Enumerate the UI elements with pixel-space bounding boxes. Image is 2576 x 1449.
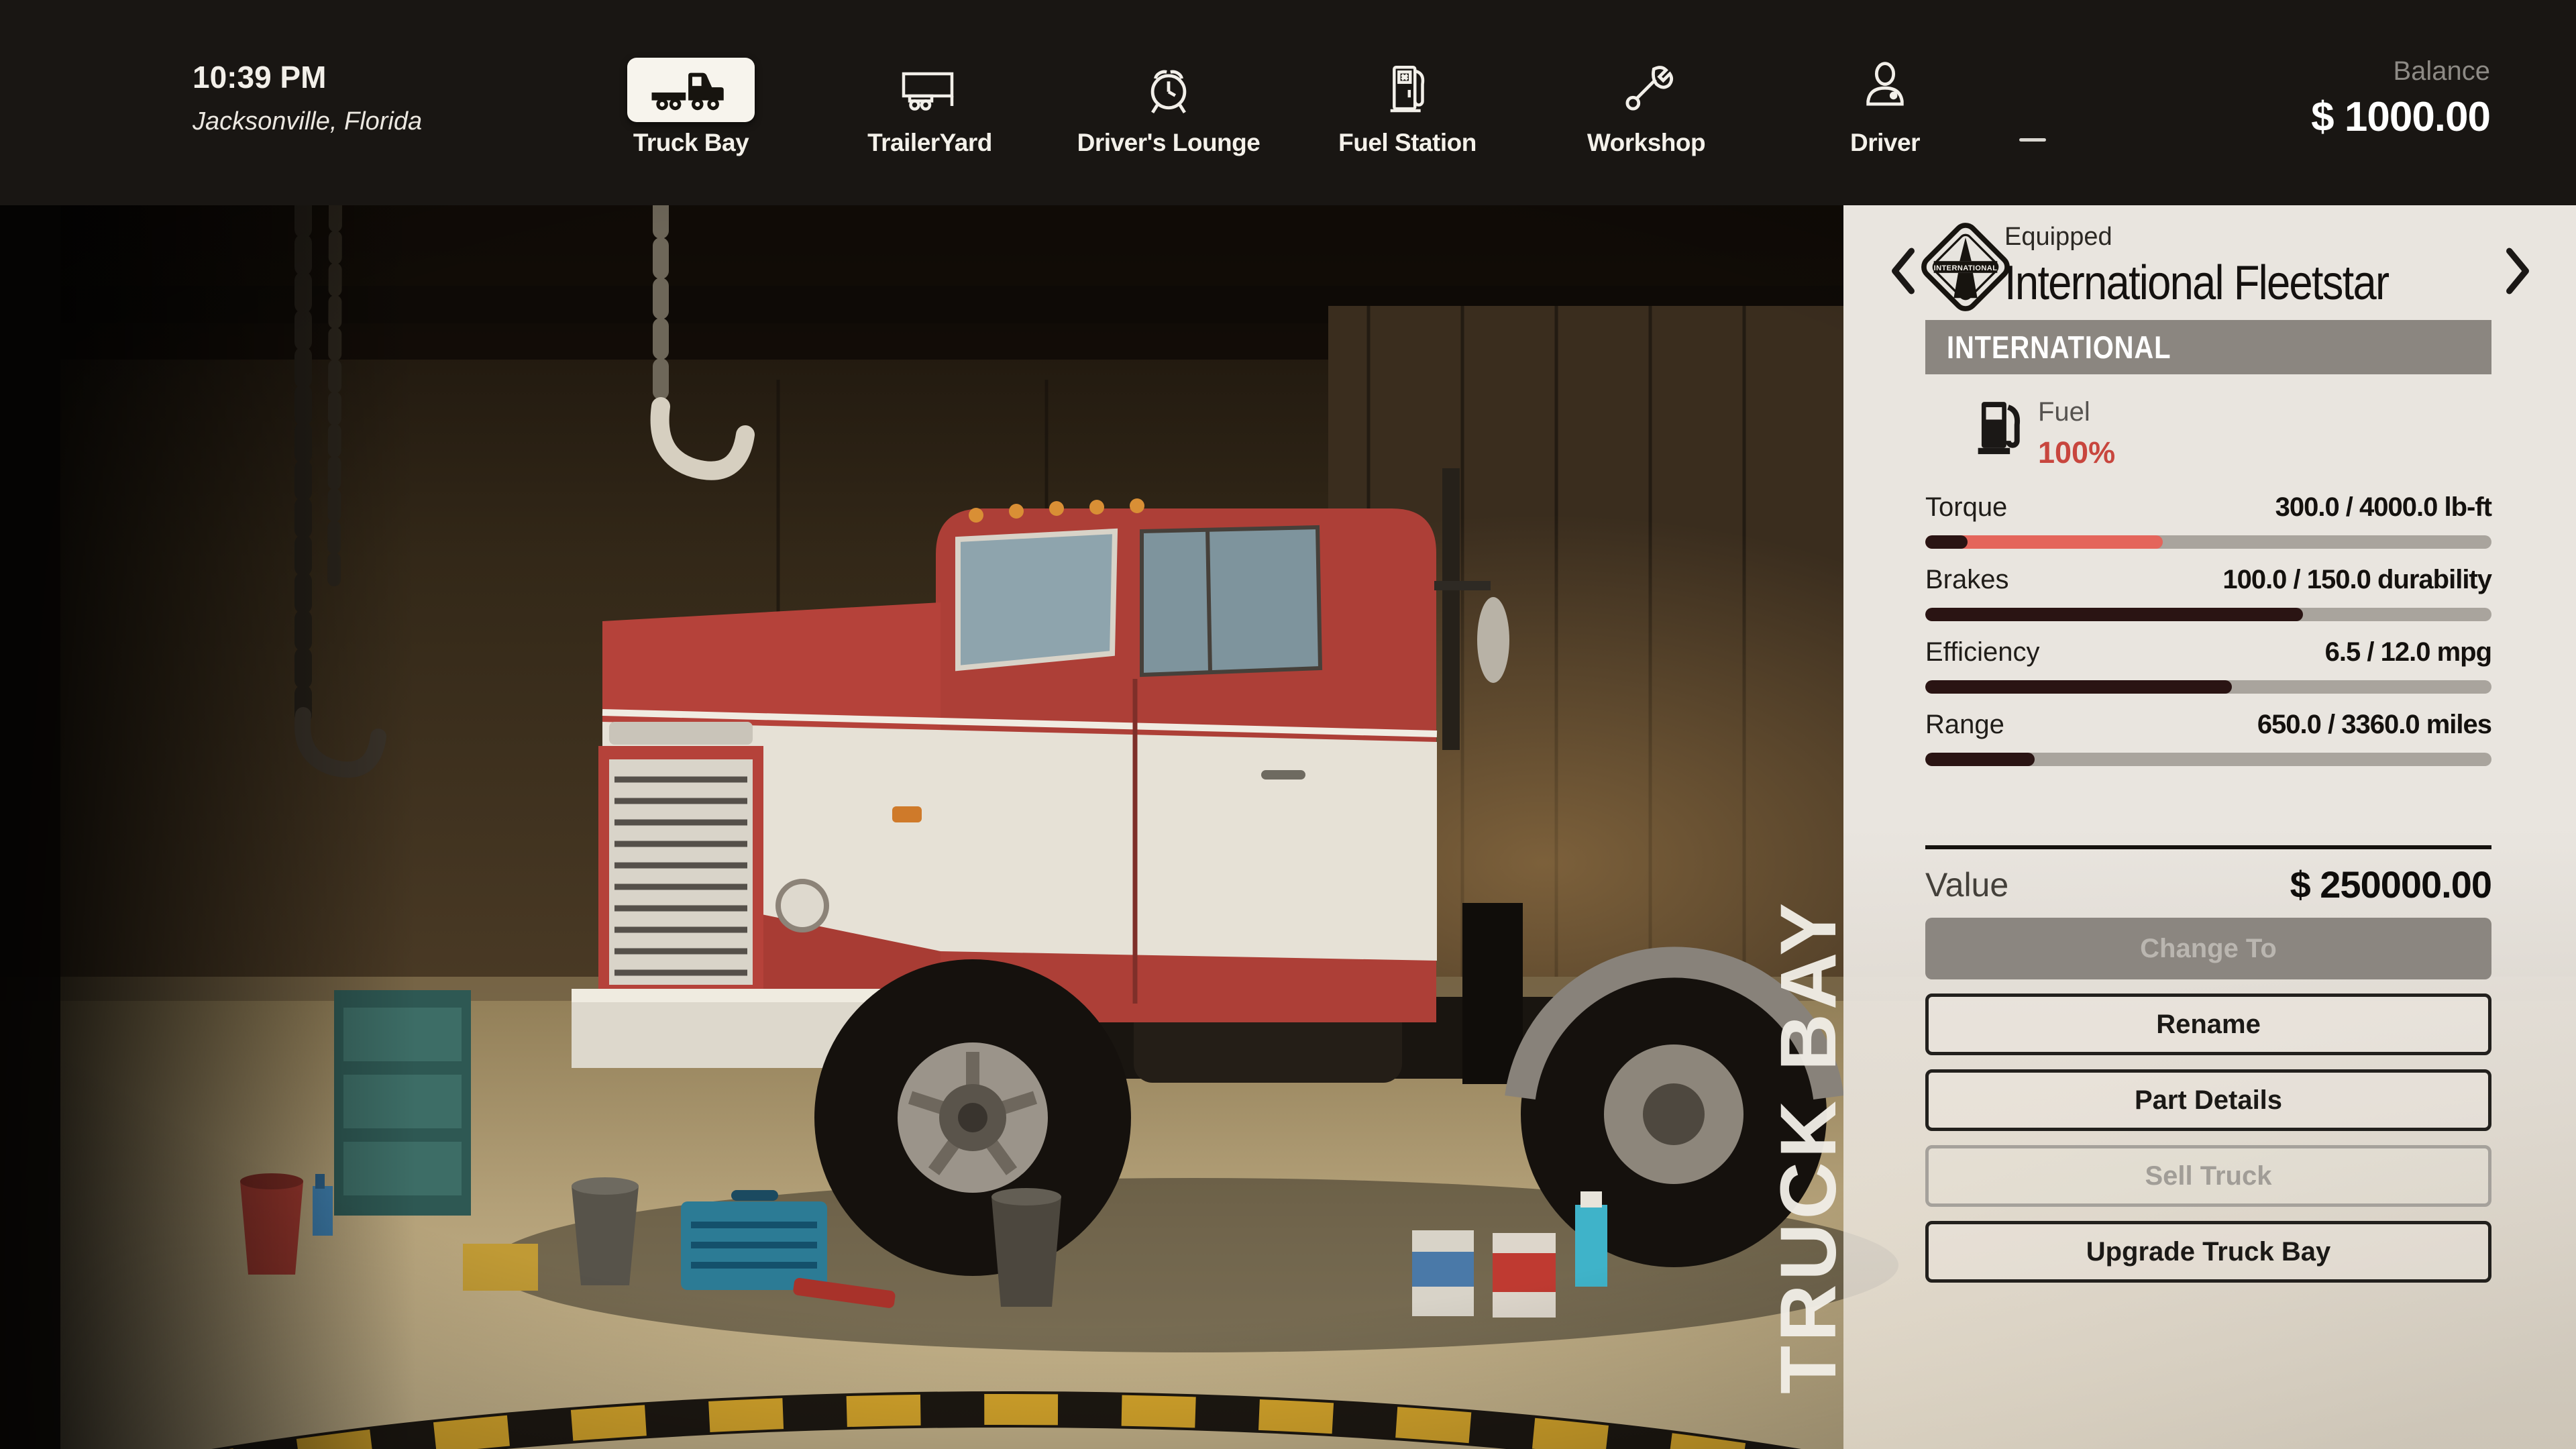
game-time: 10:39 PM [193, 59, 422, 95]
tab-drivers-lounge[interactable]: Driver's Lounge [1049, 0, 1288, 205]
tab-label: Driver [1850, 129, 1920, 157]
stat-row-efficiency: Efficiency 6.5 / 12.0 mpg [1925, 637, 2491, 710]
stat-row-range: Range 650.0 / 3360.0 miles [1925, 710, 2491, 782]
stat-value: 100.0 / 150.0 durability [2222, 565, 2491, 595]
tab-trailer-yard[interactable]: TrailerYard [810, 0, 1049, 205]
fuel-pump-icon [1344, 58, 1471, 122]
upgrade-truck-bay-button[interactable]: Upgrade Truck Bay [1925, 1221, 2491, 1283]
stat-row-torque: Torque 300.0 / 4000.0 lb-ft [1925, 492, 2491, 565]
stat-value: 6.5 / 12.0 mpg [2325, 637, 2491, 667]
person-icon [1821, 58, 1949, 122]
value-label: Value [1925, 865, 2008, 904]
tab-workshop[interactable]: Workshop [1527, 0, 1766, 205]
truck-title-block: Equipped International Fleetstar [2004, 223, 2514, 311]
stat-bar [1925, 680, 2491, 694]
brand-name: INTERNATIONAL [1947, 329, 2171, 366]
fuel-label: Fuel [2038, 397, 2115, 427]
international-logo-icon: INTERNATIONAL [1921, 223, 2010, 311]
stat-label: Range [1925, 710, 2004, 740]
truck-stats: Torque 300.0 / 4000.0 lb-ft Brakes 100.0… [1925, 492, 2491, 782]
value-amount: $ 250000.00 [2290, 863, 2491, 906]
semi-truck-icon [627, 58, 755, 122]
fuel-percentage: 100% [2038, 435, 2115, 470]
nav-tabs: Truck Bay TrailerYard [572, 0, 2004, 205]
nav-dash-indicator [2019, 138, 2046, 142]
tab-label: Workshop [1587, 129, 1705, 157]
change-to-button[interactable]: Change To [1925, 918, 2491, 979]
stat-label: Brakes [1925, 565, 2009, 595]
fuel-pump-filled-icon [1976, 397, 2021, 462]
tab-truck-bay[interactable]: Truck Bay [572, 0, 810, 205]
part-details-button[interactable]: Part Details [1925, 1069, 2491, 1131]
stat-bar [1925, 753, 2491, 766]
truck-detail-panel: INTERNATIONAL Equipped International Fle… [1843, 205, 2576, 1449]
brand-bar: INTERNATIONAL [1925, 320, 2491, 374]
stat-row-brakes: Brakes 100.0 / 150.0 durability [1925, 565, 2491, 637]
stat-label: Torque [1925, 492, 2007, 523]
current-location: Jacksonville, Florida [193, 107, 422, 136]
balance-block: Balance $ 1000.00 [2311, 56, 2490, 141]
clock-block: 10:39 PM Jacksonville, Florida [193, 59, 422, 136]
balance-value: $ 1000.00 [2311, 93, 2490, 141]
stat-value: 650.0 / 3360.0 miles [2257, 710, 2491, 740]
alarm-clock-icon [1105, 58, 1232, 122]
next-truck-chevron-icon[interactable] [2502, 247, 2533, 295]
truck-bay-screen: TRUCK BAY 10:39 PM Jacksonville, Florida [0, 0, 2576, 1449]
trailer-icon [866, 58, 994, 122]
balance-label: Balance [2311, 56, 2490, 87]
stat-bar [1925, 608, 2491, 621]
tab-driver[interactable]: Driver [1766, 0, 2004, 205]
tab-fuel-station[interactable]: Fuel Station [1288, 0, 1527, 205]
action-buttons: Change To Rename Part Details Sell Truck… [1925, 918, 2491, 1283]
truck-bay-banner: TRUCK BAY [1763, 899, 1854, 1394]
tab-label: Fuel Station [1338, 129, 1477, 157]
tab-label: Truck Bay [633, 129, 749, 157]
top-nav-bar: 10:39 PM Jacksonville, Florida [0, 0, 2576, 205]
truck-name: International Fleetstar [2004, 256, 2453, 311]
stat-label: Efficiency [1925, 637, 2039, 667]
truck-selector: INTERNATIONAL Equipped International Fle… [1843, 219, 2576, 319]
truck-value-row: Value $ 250000.00 [1925, 863, 2491, 906]
tab-label: TrailerYard [867, 129, 992, 157]
wrench-icon [1582, 58, 1710, 122]
stat-bar [1925, 535, 2491, 549]
equipped-label: Equipped [2004, 223, 2514, 252]
stat-value: 300.0 / 4000.0 lb-ft [2275, 492, 2491, 523]
fuel-status: Fuel 100% [1976, 397, 2115, 470]
rename-button[interactable]: Rename [1925, 994, 2491, 1055]
prev-truck-chevron-icon[interactable] [1888, 247, 1919, 295]
tab-label: Driver's Lounge [1077, 129, 1260, 157]
sell-truck-button[interactable]: Sell Truck [1925, 1145, 2491, 1207]
logo-text: INTERNATIONAL [1934, 264, 1998, 272]
divider [1925, 845, 2491, 849]
